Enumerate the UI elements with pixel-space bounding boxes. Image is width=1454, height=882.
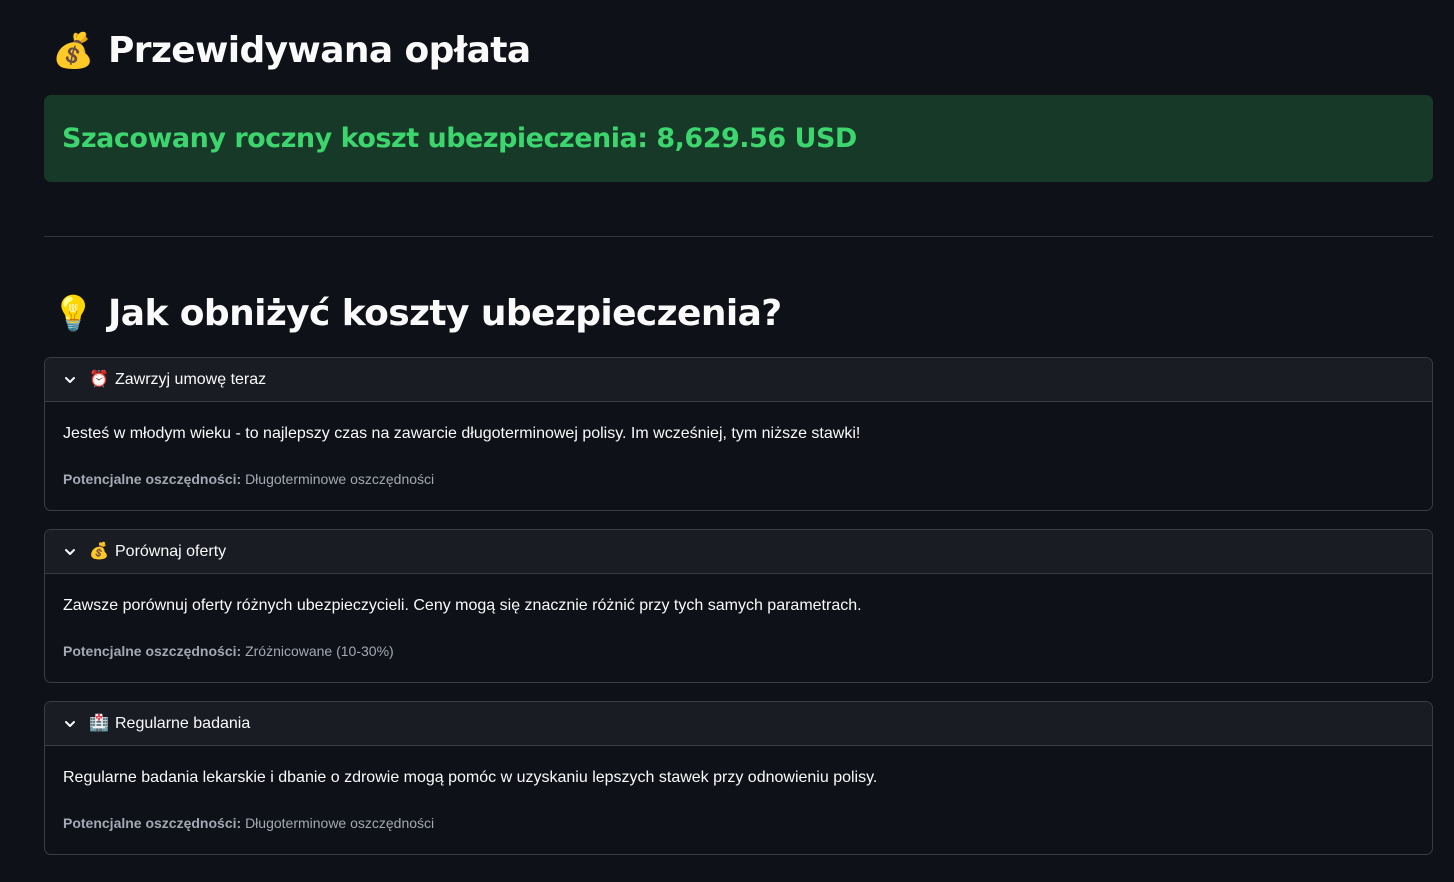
tip-title: Regularne badania	[115, 714, 251, 732]
tip-savings: Potencjalne oszczędności: Zróżnicowane (…	[63, 642, 1414, 660]
alarm-clock-icon: ⏰	[89, 370, 109, 388]
tip-expander-body: Regularne badania lekarskie i dbanie o z…	[45, 746, 1432, 832]
tip-expander-header[interactable]: 🏥 Regularne badania	[45, 702, 1432, 746]
chevron-down-icon	[63, 373, 77, 387]
savings-value: Zróżnicowane (10-30%)	[245, 643, 394, 659]
savings-value: Długoterminowe oszczędności	[245, 815, 435, 831]
savings-label: Potencjalne oszczędności:	[63, 643, 242, 659]
tip-expander-compare-offers: 💰 Porównaj oferty Zawsze porównuj oferty…	[44, 529, 1433, 683]
tip-description: Jesteś w młodym wieku - to najlepszy cza…	[63, 425, 861, 442]
tip-expander-header[interactable]: 💰 Porównaj oferty	[45, 530, 1432, 574]
savings-value: Długoterminowe oszczędności	[245, 471, 435, 487]
tip-expander-body: Zawsze porównuj oferty różnych ubezpiecz…	[45, 574, 1432, 660]
light-bulb-icon: 💡	[52, 294, 95, 333]
price-result-alert: Szacowany roczny koszt ubezpieczenia: 8,…	[44, 95, 1433, 182]
price-result-message: Szacowany roczny koszt ubezpieczenia: 8,…	[62, 123, 857, 154]
chevron-down-icon	[63, 717, 77, 731]
price-heading-title: Przewidywana opłata	[108, 30, 531, 71]
section-divider	[44, 236, 1433, 237]
tip-expander-body: Jesteś w młodym wieku - to najlepszy cza…	[45, 402, 1432, 488]
tips-heading: 💡 Jak obniżyć koszty ubezpieczenia?	[52, 293, 782, 334]
tip-savings: Potencjalne oszczędności: Długoterminowe…	[63, 470, 1414, 488]
tip-savings: Potencjalne oszczędności: Długoterminowe…	[63, 814, 1414, 832]
savings-label: Potencjalne oszczędności:	[63, 471, 242, 487]
app-page: 💰 Przewidywana opłata Szacowany roczny k…	[0, 0, 1454, 882]
medical-record-icon: 🏥	[89, 714, 109, 732]
tip-expander-sign-now: ⏰ Zawrzyj umowę teraz Jesteś w młodym wi…	[44, 357, 1433, 511]
tips-heading-title: Jak obniżyć koszty ubezpieczenia?	[108, 293, 782, 334]
price-heading: 💰 Przewidywana opłata	[52, 30, 531, 71]
tip-expander-header[interactable]: ⏰ Zawrzyj umowę teraz	[45, 358, 1432, 402]
chevron-down-icon	[63, 545, 77, 559]
tip-expander-regular-checkups: 🏥 Regularne badania Regularne badania le…	[44, 701, 1433, 855]
tip-title: Zawrzyj umowę teraz	[115, 370, 267, 388]
tip-description: Zawsze porównuj oferty różnych ubezpiecz…	[63, 597, 862, 614]
savings-label: Potencjalne oszczędności:	[63, 815, 242, 831]
money-bag-icon: 💰	[89, 542, 109, 560]
tip-description: Regularne badania lekarskie i dbanie o z…	[63, 769, 878, 786]
money-bag-icon: 💰	[52, 31, 95, 70]
tip-title: Porównaj oferty	[115, 542, 227, 560]
